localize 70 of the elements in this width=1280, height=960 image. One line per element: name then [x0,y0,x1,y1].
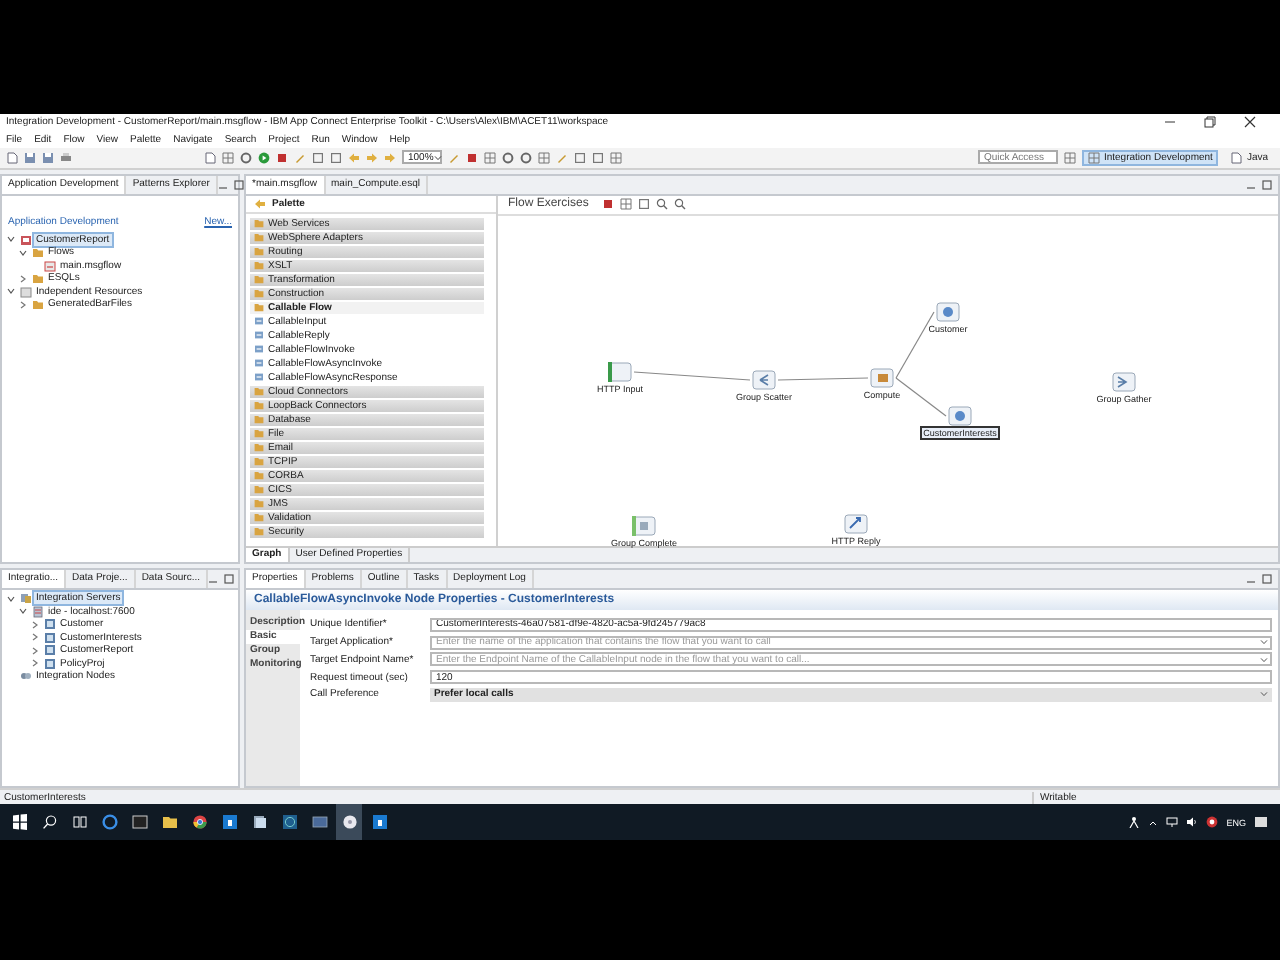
app-icon [221,814,237,831]
flow-node-icon[interactable] [632,515,656,536]
new-file-icon[interactable] [204,151,216,164]
windows-logo-icon[interactable] [11,814,27,831]
flow-node-icon[interactable] [936,301,960,322]
stop-icon[interactable] [466,151,478,164]
zoom-in-icon[interactable] [674,198,687,211]
search-icon[interactable] [41,814,57,831]
network-icon[interactable] [1166,816,1179,829]
save-icon[interactable] [42,151,54,164]
pencil-icon[interactable] [448,151,460,164]
grid-icon[interactable] [620,198,633,211]
taskbar-button[interactable] [336,804,362,841]
server-icon [31,605,43,617]
node-icon [254,358,264,369]
window-icon [311,814,327,831]
task-view-icon[interactable] [71,814,87,831]
maximize-icon[interactable] [233,179,244,190]
flow-node-icon[interactable] [752,369,776,390]
library-icon [19,285,31,298]
grid-icon[interactable] [222,151,234,164]
volume-icon[interactable] [1186,816,1199,829]
flow-node-icon[interactable] [844,513,868,534]
flow-node-icon[interactable] [1112,371,1136,392]
connector-line [633,370,751,380]
globe-icon [281,814,297,831]
frame-icon[interactable] [638,198,651,211]
maximize-icon[interactable] [1262,573,1272,584]
node-icon [254,316,264,327]
grid-icon[interactable] [610,151,622,164]
flow-node-icon[interactable] [948,405,972,426]
minimize-icon[interactable] [1164,116,1176,129]
stop-icon[interactable] [276,151,288,164]
restore-icon[interactable] [1204,116,1216,129]
app-icon [371,814,387,831]
zoom-in-icon[interactable] [656,198,669,211]
project-icon [19,233,31,246]
record-icon[interactable] [1206,816,1219,829]
disc-icon [341,814,357,831]
folder-icon [161,814,177,831]
grid-icon[interactable] [1063,151,1076,164]
maximize-icon[interactable] [224,573,234,584]
grid-icon [1087,151,1100,164]
browser-icon [101,814,117,831]
grid-icon[interactable] [484,151,496,164]
pencil-icon[interactable] [556,151,568,164]
browser-icon [191,814,207,831]
flow-node-icon[interactable] [608,361,632,382]
node-icon [254,330,264,341]
stop-icon[interactable] [602,198,615,211]
flow-file-icon [43,259,55,272]
maximize-icon[interactable] [1262,179,1272,190]
notification-icon[interactable] [1254,815,1268,830]
close-icon[interactable] [1244,116,1256,129]
node-icon [254,372,264,383]
documents-icon [251,814,267,831]
caret-icon [433,153,442,162]
new-file-icon[interactable] [6,151,18,164]
node-icon [254,344,264,355]
node-group-icon [19,670,31,682]
window-icon [131,814,147,831]
connector-line [777,376,869,380]
save-icon[interactable] [24,151,36,164]
pencil-icon[interactable] [294,151,306,164]
person-icon[interactable] [1128,816,1141,829]
grid-icon[interactable] [538,151,550,164]
server-group-icon [19,592,31,604]
print-icon[interactable] [60,151,72,164]
run-icon[interactable] [258,151,270,164]
flow-node-icon[interactable] [870,367,894,388]
